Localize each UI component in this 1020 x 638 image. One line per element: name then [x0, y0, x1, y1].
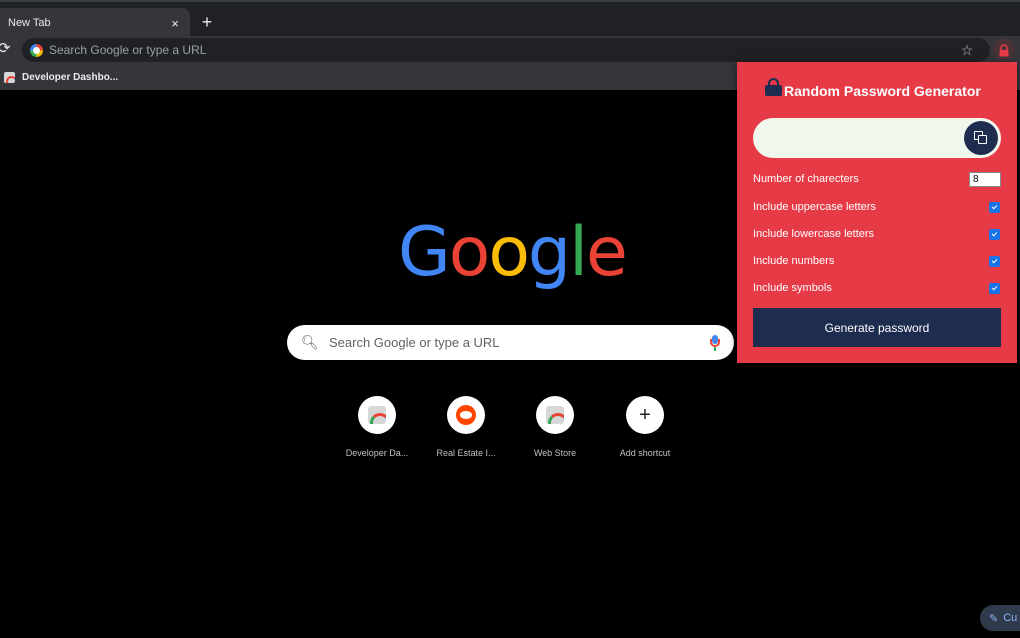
omnibox[interactable]: Search Google or type a URL ☆	[22, 38, 990, 62]
bookmark-item[interactable]: Developer Dashbo...	[4, 68, 118, 86]
generate-password-button[interactable]: Generate password	[753, 308, 1001, 347]
plus-icon: +	[639, 404, 651, 426]
shortcut-real-estate[interactable]: Real Estate I...	[421, 396, 511, 458]
option-label: Include uppercase letters	[753, 201, 876, 213]
shortcut-label: Developer Da...	[345, 448, 409, 458]
shortcuts-grid: Developer Da... Real Estate I... Web Sto…	[332, 396, 692, 476]
customize-chrome-button[interactable]: ✎ Cu	[980, 605, 1020, 631]
tab-new-tab[interactable]: New Tab ×	[0, 8, 190, 38]
logo-letter: o	[448, 213, 491, 292]
add-shortcut-button[interactable]: + Add shortcut	[600, 396, 690, 458]
pencil-icon: ✎	[989, 612, 999, 625]
shortcut-label: Web Store	[533, 448, 577, 458]
password-generator-popup: Random Password Generator Number of char…	[737, 62, 1017, 363]
tab-strip: New Tab × +	[0, 0, 1020, 38]
copy-button[interactable]	[964, 121, 998, 155]
toolbar: ⟳ Search Google or type a URL ☆	[0, 36, 1020, 64]
password-extension-button[interactable]	[993, 39, 1015, 61]
shortcut-developer-dashboard[interactable]: Developer Da...	[332, 396, 422, 458]
microphone-icon[interactable]	[710, 334, 720, 351]
shortcut-tile	[536, 396, 574, 434]
google-icon	[30, 43, 43, 57]
symbols-checkbox[interactable]	[989, 282, 1000, 294]
shortcut-tile: +	[626, 396, 664, 434]
logo-letter: g	[527, 213, 571, 292]
shortcut-label: Real Estate I...	[436, 448, 496, 458]
option-lowercase: Include lowercase letters	[753, 225, 1001, 243]
tab-title: New Tab	[8, 17, 51, 29]
reddit-icon	[456, 405, 476, 425]
copy-icon	[974, 131, 988, 145]
shortcut-web-store[interactable]: Web Store	[510, 396, 600, 458]
chrome-web-store-icon	[368, 406, 386, 424]
lowercase-checkbox[interactable]	[989, 228, 1000, 240]
logo-letter: l	[569, 213, 588, 292]
search-icon: 🔍︎	[301, 334, 319, 350]
reload-icon[interactable]: ⟳	[0, 41, 14, 57]
shortcut-tile	[447, 396, 485, 434]
option-label: Include symbols	[753, 282, 832, 294]
google-logo: Google	[398, 208, 628, 298]
lock-icon	[765, 78, 782, 96]
option-uppercase: Include uppercase letters	[753, 198, 1001, 216]
customize-label: Cu	[1003, 612, 1018, 624]
option-symbols: Include symbols	[753, 279, 1001, 297]
chrome-web-store-icon	[546, 406, 564, 424]
logo-letter: o	[488, 213, 530, 292]
bookmark-star-icon[interactable]: ☆	[958, 42, 976, 59]
option-label: Include numbers	[753, 255, 835, 267]
shortcut-tile	[358, 396, 396, 434]
shortcut-label: Add shortcut	[619, 448, 671, 458]
option-number-of-characters: Number of charecters	[753, 170, 1001, 188]
logo-letter: e	[586, 213, 628, 292]
search-input[interactable]: 🔍︎ Search Google or type a URL	[287, 325, 734, 360]
search-placeholder: Search Google or type a URL	[329, 335, 500, 350]
omnibox-placeholder: Search Google or type a URL	[49, 43, 207, 57]
option-numbers: Include numbers	[753, 252, 1001, 270]
close-icon[interactable]: ×	[168, 16, 182, 31]
numbers-checkbox[interactable]	[989, 255, 1000, 267]
chrome-web-store-icon	[4, 71, 15, 83]
option-label: Number of charecters	[753, 173, 859, 185]
new-tab-button[interactable]: +	[197, 12, 217, 32]
popup-title: Random Password Generator	[784, 83, 981, 99]
bookmark-label: Developer Dashbo...	[22, 71, 119, 83]
password-output-field[interactable]	[753, 118, 1001, 158]
lock-icon	[999, 43, 1009, 56]
popup-header: Random Password Generator	[765, 76, 1005, 106]
character-count-input[interactable]	[969, 171, 1001, 187]
uppercase-checkbox[interactable]	[989, 201, 1000, 213]
option-label: Include lowercase letters	[753, 228, 875, 240]
logo-letter: G	[398, 213, 451, 292]
